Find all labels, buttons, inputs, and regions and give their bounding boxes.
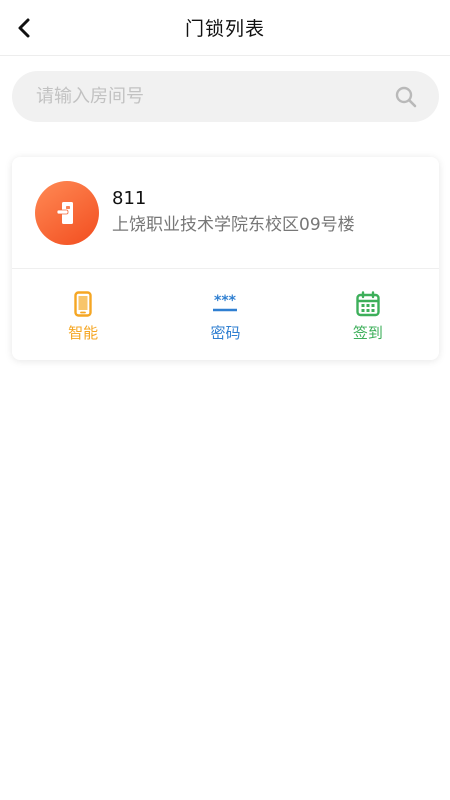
door-lock-icon xyxy=(35,180,99,245)
search-input[interactable] xyxy=(36,86,393,107)
smart-label: 智能 xyxy=(68,323,99,342)
page-title: 门锁列表 xyxy=(184,18,265,40)
password-label: 密码 xyxy=(210,323,241,342)
smart-unlock-button[interactable]: 智能 xyxy=(12,286,154,343)
checkin-button[interactable]: 签到 xyxy=(297,286,439,343)
checkin-label: 签到 xyxy=(352,323,383,342)
password-icon: *** xyxy=(211,290,239,318)
svg-text:***: *** xyxy=(215,294,238,309)
search-icon[interactable] xyxy=(393,84,419,110)
room-address: 上饶职业技术学院东校区09号楼 xyxy=(112,215,355,235)
lock-actions: 智能 *** 密码 签到 xyxy=(12,269,439,359)
lock-item[interactable]: 811 上饶职业技术学院东校区09号楼 xyxy=(12,157,439,269)
lock-card: 811 上饶职业技术学院东校区09号楼 智能 *** 密码 签到 xyxy=(12,157,439,360)
password-button[interactable]: *** 密码 xyxy=(154,286,296,343)
phone-icon xyxy=(74,290,92,318)
calendar-icon xyxy=(356,290,380,318)
back-button[interactable] xyxy=(10,14,38,42)
room-number: 811 xyxy=(112,188,147,209)
chevron-left-icon xyxy=(18,18,30,38)
header-bar: 门锁列表 xyxy=(0,0,450,56)
search-bar[interactable] xyxy=(12,71,439,122)
